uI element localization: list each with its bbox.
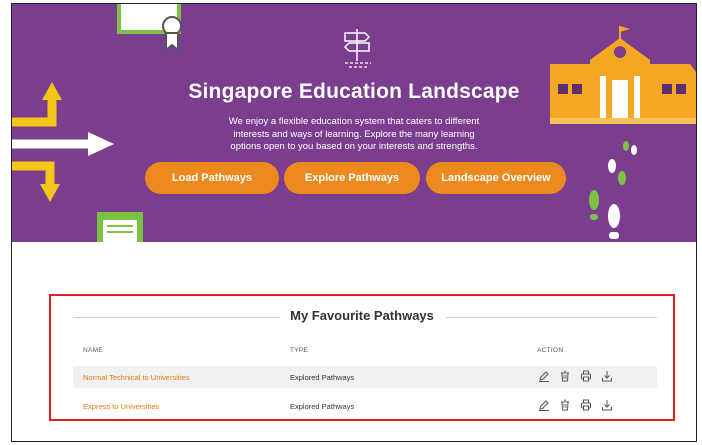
column-header-action: ACTION — [537, 347, 564, 354]
print-icon[interactable] — [579, 369, 593, 383]
section-title: My Favourite Pathways — [290, 308, 434, 323]
download-icon[interactable] — [600, 369, 614, 383]
notebook-icon — [97, 212, 143, 242]
hero-description: We enjoy a flexible education system tha… — [228, 116, 480, 152]
row-actions — [537, 369, 614, 383]
edit-icon[interactable] — [537, 398, 551, 412]
favourite-pathways-panel: My Favourite Pathways NAME TYPE ACTION N… — [49, 294, 675, 421]
page-frame: Singapore Education Landscape We enjoy a… — [11, 3, 697, 442]
column-header-name: NAME — [83, 347, 103, 354]
edit-icon[interactable] — [537, 369, 551, 383]
download-icon[interactable] — [600, 398, 614, 412]
load-pathways-button[interactable]: Load Pathways — [145, 162, 279, 194]
column-header-type: TYPE — [290, 347, 309, 354]
school-building-icon — [550, 26, 696, 124]
explore-pathways-button[interactable]: Explore Pathways — [284, 162, 420, 194]
signpost-icon — [343, 29, 371, 68]
landscape-overview-button[interactable]: Landscape Overview — [426, 162, 566, 194]
hero-banner: Singapore Education Landscape We enjoy a… — [12, 4, 696, 242]
table-row: Express to Universities Explored Pathway… — [73, 395, 657, 417]
delete-icon[interactable] — [558, 369, 572, 383]
row-actions — [537, 398, 614, 412]
table-row: Normal Technical to Universities Explore… — [73, 366, 657, 388]
footprints-icon — [589, 141, 637, 239]
page-title: Singapore Education Landscape — [188, 80, 520, 103]
print-icon[interactable] — [579, 398, 593, 412]
delete-icon[interactable] — [558, 398, 572, 412]
pathway-name-link[interactable]: Express to Universities — [83, 402, 159, 411]
pathway-type: Explored Pathways — [290, 373, 355, 382]
certificate-icon — [117, 4, 182, 53]
pathway-type: Explored Pathways — [290, 402, 355, 411]
pathway-name-link[interactable]: Normal Technical to Universities — [83, 373, 190, 382]
